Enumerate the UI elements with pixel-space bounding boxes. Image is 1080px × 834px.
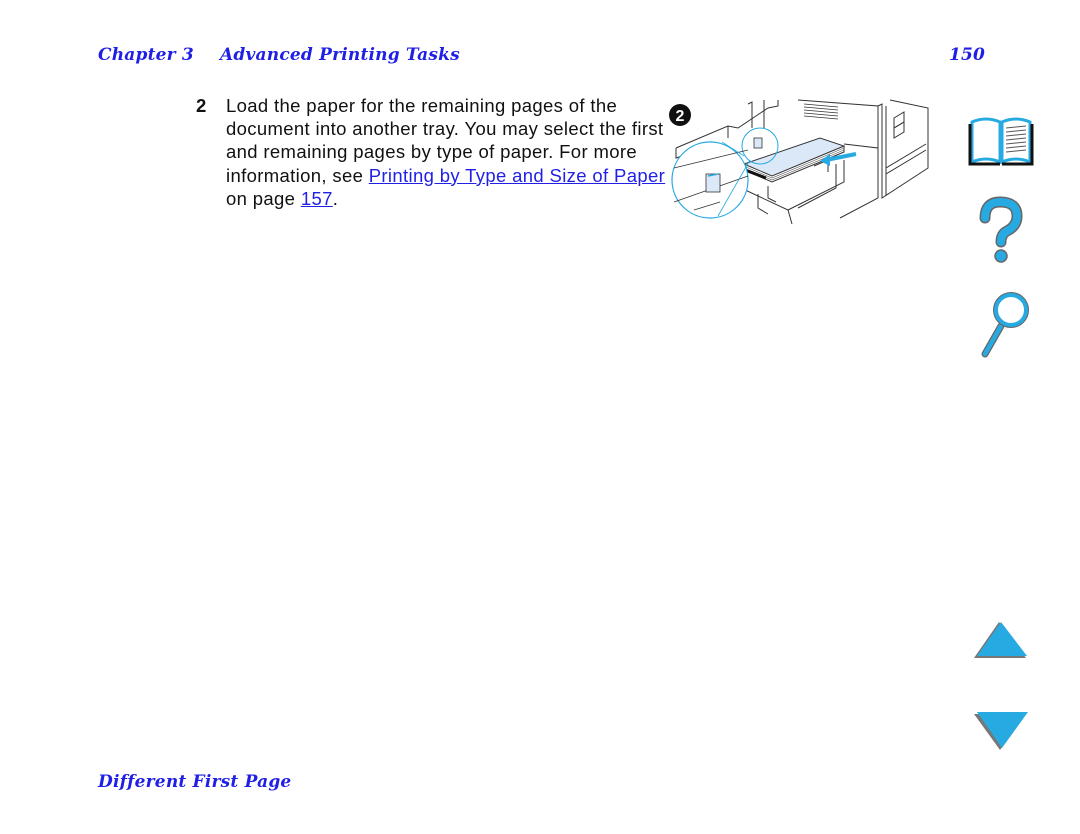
page-number: 150 [949,45,986,65]
tray-loading-illustration: 2 [668,98,930,225]
step-number: 2 [196,95,207,116]
chapter-label: Chapter 3 [98,45,194,65]
triangle-down-icon[interactable] [974,710,1032,752]
callout-number: 2 [676,108,685,125]
page-157-link[interactable]: 157 [301,188,333,209]
book-icon[interactable] [966,112,1038,168]
step-middle: on page [226,187,301,209]
triangle-up-icon[interactable] [974,620,1032,660]
question-mark-icon[interactable] [975,196,1025,266]
printing-by-type-link[interactable]: Printing by Type and Size of Paper [369,165,665,186]
section-title-link[interactable]: Different First Page [98,772,291,792]
tray-illustration-svg: 2 [669,99,929,225]
chapter-title: Advanced Printing Tasks [220,45,460,65]
magnifier-icon[interactable] [975,290,1035,358]
step-end: . [332,187,339,209]
step-text: Load the paper for the remaining pages o… [226,94,666,210]
